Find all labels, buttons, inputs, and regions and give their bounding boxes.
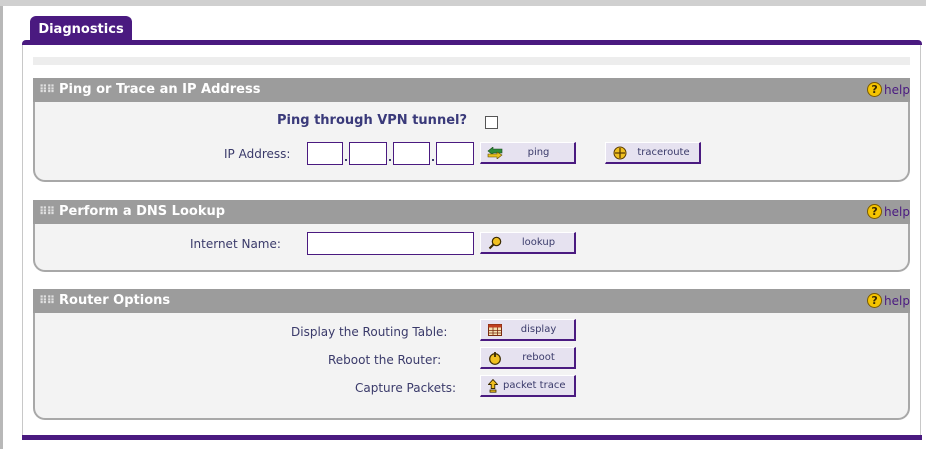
router-section-title: Router Options (59, 293, 171, 308)
dns-section-title: Perform a DNS Lookup (59, 204, 226, 219)
reboot-button-label: reboot (522, 352, 555, 363)
ip-address-label: IP Address: (224, 147, 291, 161)
ip-dot (345, 159, 347, 161)
ping-section-header: ⠿⠿ Ping or Trace an IP Address ? help (33, 78, 910, 102)
help-label: help (884, 204, 910, 219)
capture-packets-label: Capture Packets: (355, 381, 457, 395)
router-section-header: ⠿⠿ Router Options ? help (33, 289, 910, 313)
crosshair-icon (612, 145, 628, 161)
vpn-tunnel-label: Ping through VPN tunnel? (277, 113, 468, 128)
packet-trace-button[interactable]: packet trace (480, 375, 576, 397)
ping-section-title: Ping or Trace an IP Address (59, 82, 261, 97)
dns-help-link[interactable]: ? help (867, 204, 910, 219)
ip-octet-4-input[interactable] (436, 142, 474, 165)
bottom-border (22, 435, 922, 440)
dns-panel: Internet Name: lookup (33, 224, 910, 272)
ip-octet-3-input[interactable] (393, 142, 430, 165)
internet-name-input[interactable] (307, 232, 474, 255)
ip-octet-1-input[interactable] (307, 142, 343, 165)
dns-section-header: ⠿⠿ Perform a DNS Lookup ? help (33, 200, 910, 224)
router-panel: Display the Routing Table: display Reboo… (33, 313, 910, 420)
ping-button[interactable]: ping (480, 142, 576, 164)
packet-trace-button-label: packet trace (503, 380, 566, 391)
upload-arrow-icon (485, 378, 501, 394)
grip-icon: ⠿⠿ (39, 83, 55, 96)
window-left-border (0, 6, 3, 449)
top-spacer-bar (33, 57, 910, 65)
internet-name-label: Internet Name: (190, 237, 281, 251)
table-icon (487, 322, 503, 338)
magnifier-icon (487, 235, 503, 251)
reboot-label: Reboot the Router: (328, 353, 442, 367)
ip-octet-2-input[interactable] (349, 142, 387, 165)
help-icon: ? (867, 82, 883, 97)
lookup-button-label: lookup (521, 237, 556, 248)
help-label: help (884, 293, 910, 308)
help-icon: ? (867, 204, 883, 219)
reboot-button[interactable]: reboot (480, 347, 576, 369)
tab-diagnostics-label: Diagnostics (38, 21, 124, 37)
router-help-link[interactable]: ? help (867, 293, 910, 308)
grip-icon: ⠿⠿ (39, 205, 55, 218)
display-button[interactable]: display (480, 319, 576, 341)
ip-dot (432, 159, 434, 161)
tab-diagnostics[interactable]: Diagnostics (30, 16, 132, 42)
lookup-button[interactable]: lookup (480, 232, 576, 254)
traceroute-button[interactable]: traceroute (605, 142, 701, 164)
power-icon (487, 350, 503, 366)
ping-button-label: ping (527, 147, 550, 158)
ping-help-link[interactable]: ? help (867, 82, 910, 97)
traceroute-button-label: traceroute (637, 147, 690, 158)
display-button-label: display (520, 324, 557, 335)
window-top-border (0, 0, 926, 6)
vpn-tunnel-checkbox[interactable] (485, 116, 498, 129)
ip-dot (389, 159, 391, 161)
ping-panel: Ping through VPN tunnel? IP Address: pin… (33, 102, 910, 182)
grip-icon: ⠿⠿ (39, 294, 55, 307)
routing-table-label: Display the Routing Table: (291, 325, 448, 339)
help-icon: ? (867, 293, 883, 308)
help-label: help (884, 82, 910, 97)
arrows-icon (487, 145, 503, 161)
